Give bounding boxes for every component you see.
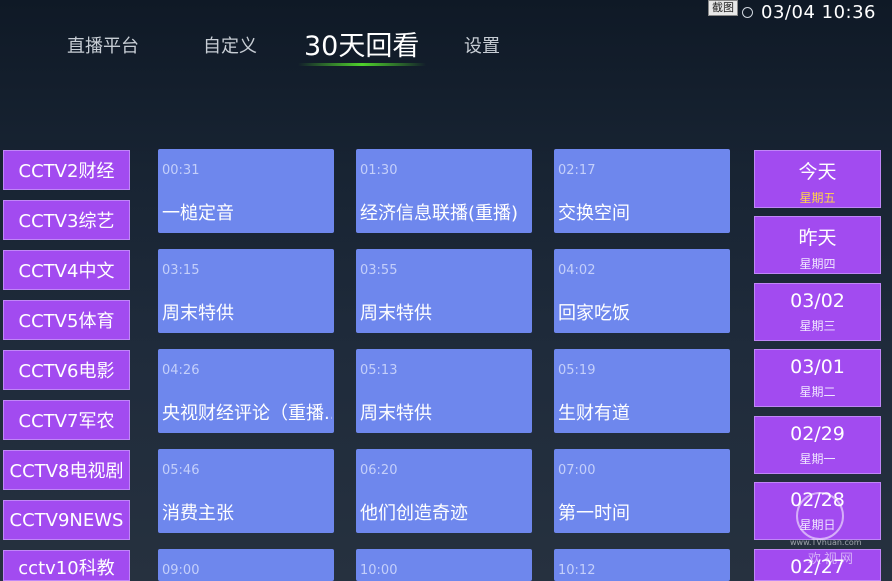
program-time: 05:46	[162, 463, 200, 478]
program-tile[interactable]: 05:19 生财有道	[554, 349, 730, 433]
program-tile[interactable]: 01:30 经济信息联播(重播)	[356, 149, 532, 233]
date-label: 02/27	[790, 556, 845, 578]
program-title: 周末特供	[360, 303, 432, 324]
program-tile[interactable]: 00:31 一槌定音	[158, 149, 334, 233]
program-title: 生财有道	[558, 403, 630, 424]
program-time: 06:20	[360, 463, 398, 478]
program-time: 10:00	[360, 563, 398, 578]
program-title: 周末特供	[360, 403, 432, 424]
program-time: 04:02	[558, 263, 596, 278]
date-item[interactable]: 02/29 星期一	[754, 416, 881, 474]
program-tile[interactable]: 09:00	[158, 549, 334, 581]
screenshot-badge: 截图	[708, 0, 739, 16]
program-tile[interactable]: 02:17 交换空间	[554, 149, 730, 233]
tab-live-platform[interactable]: 直播平台	[67, 32, 139, 58]
program-title: 第一时间	[558, 503, 630, 524]
date-label: 02/28	[790, 489, 845, 511]
channel-item[interactable]: cctv10科教	[3, 550, 130, 581]
program-time: 07:00	[558, 463, 596, 478]
date-item[interactable]: 03/02 星期三	[754, 283, 881, 341]
channel-item[interactable]: CCTV5体育	[3, 300, 130, 340]
date-item-today[interactable]: 今天 星期五	[754, 150, 881, 208]
channel-item[interactable]: CCTV9NEWS	[3, 500, 130, 540]
program-tile[interactable]: 03:15 周末特供	[158, 249, 334, 333]
date-weekday: 星期四	[799, 257, 836, 271]
clock-icon	[742, 6, 754, 18]
program-title: 周末特供	[162, 303, 234, 324]
program-tile[interactable]: 07:00 第一时间	[554, 449, 730, 533]
program-tile[interactable]: 03:55 周末特供	[356, 249, 532, 333]
program-time: 04:26	[162, 363, 200, 378]
program-title: 央视财经评论（重播..	[162, 403, 332, 424]
program-tile[interactable]: 05:46 消费主张	[158, 449, 334, 533]
program-tile[interactable]: 06:20 他们创造奇迹	[356, 449, 532, 533]
channel-item[interactable]: CCTV2财经	[3, 150, 130, 190]
tab-settings[interactable]: 设置	[464, 32, 500, 58]
date-weekday: 星期五	[799, 191, 836, 205]
channel-item[interactable]: CCTV7军农	[3, 400, 130, 440]
date-label: 03/02	[790, 290, 845, 312]
program-tile[interactable]: 04:02 回家吃饭	[554, 249, 730, 333]
channel-item[interactable]: CCTV3综艺	[3, 200, 130, 240]
channel-item[interactable]: CCTV6电影	[3, 350, 130, 390]
program-time: 05:13	[360, 363, 398, 378]
program-time: 03:55	[360, 263, 398, 278]
program-tile[interactable]: 04:26 央视财经评论（重播..	[158, 349, 334, 433]
program-time: 10:12	[558, 563, 596, 578]
program-tile[interactable]: 10:12	[554, 549, 730, 581]
date-label: 02/29	[790, 423, 845, 445]
date-item[interactable]: 03/01 星期二	[754, 349, 881, 407]
date-label: 03/01	[790, 356, 845, 378]
date-weekday: 星期三	[799, 319, 836, 333]
program-title: 消费主张	[162, 503, 234, 524]
channel-item[interactable]: CCTV4中文	[3, 250, 130, 290]
program-time: 02:17	[558, 163, 596, 178]
date-weekday: 星期日	[799, 518, 836, 532]
program-tile[interactable]: 10:00	[356, 549, 532, 581]
active-tab-indicator	[298, 63, 426, 66]
channel-item[interactable]: CCTV8电视剧	[3, 450, 130, 490]
program-title: 一槌定音	[162, 203, 234, 224]
date-item[interactable]: 昨天 星期四	[754, 216, 881, 274]
program-title: 他们创造奇迹	[360, 503, 468, 524]
date-item[interactable]: 02/28 星期日	[754, 482, 881, 540]
program-time: 03:15	[162, 263, 200, 278]
tab-custom[interactable]: 自定义	[203, 32, 257, 58]
date-label: 昨天	[798, 227, 837, 249]
program-time: 09:00	[162, 563, 200, 578]
program-title: 经济信息联播(重播)	[360, 203, 519, 224]
program-time: 00:31	[162, 163, 200, 178]
date-label: 今天	[798, 161, 837, 183]
tab-30-day-replay[interactable]: 30天回看	[304, 24, 419, 63]
program-time: 05:19	[558, 363, 596, 378]
date-item[interactable]: 02/27	[754, 549, 881, 581]
program-time: 01:30	[360, 163, 398, 178]
program-tile[interactable]: 05:13 周末特供	[356, 349, 532, 433]
program-title: 回家吃饭	[558, 303, 630, 324]
program-title: 交换空间	[558, 203, 630, 224]
date-weekday: 星期一	[799, 452, 836, 466]
top-tabs: 直播平台 自定义 30天回看 设置	[0, 20, 892, 70]
date-weekday: 星期二	[799, 385, 836, 399]
